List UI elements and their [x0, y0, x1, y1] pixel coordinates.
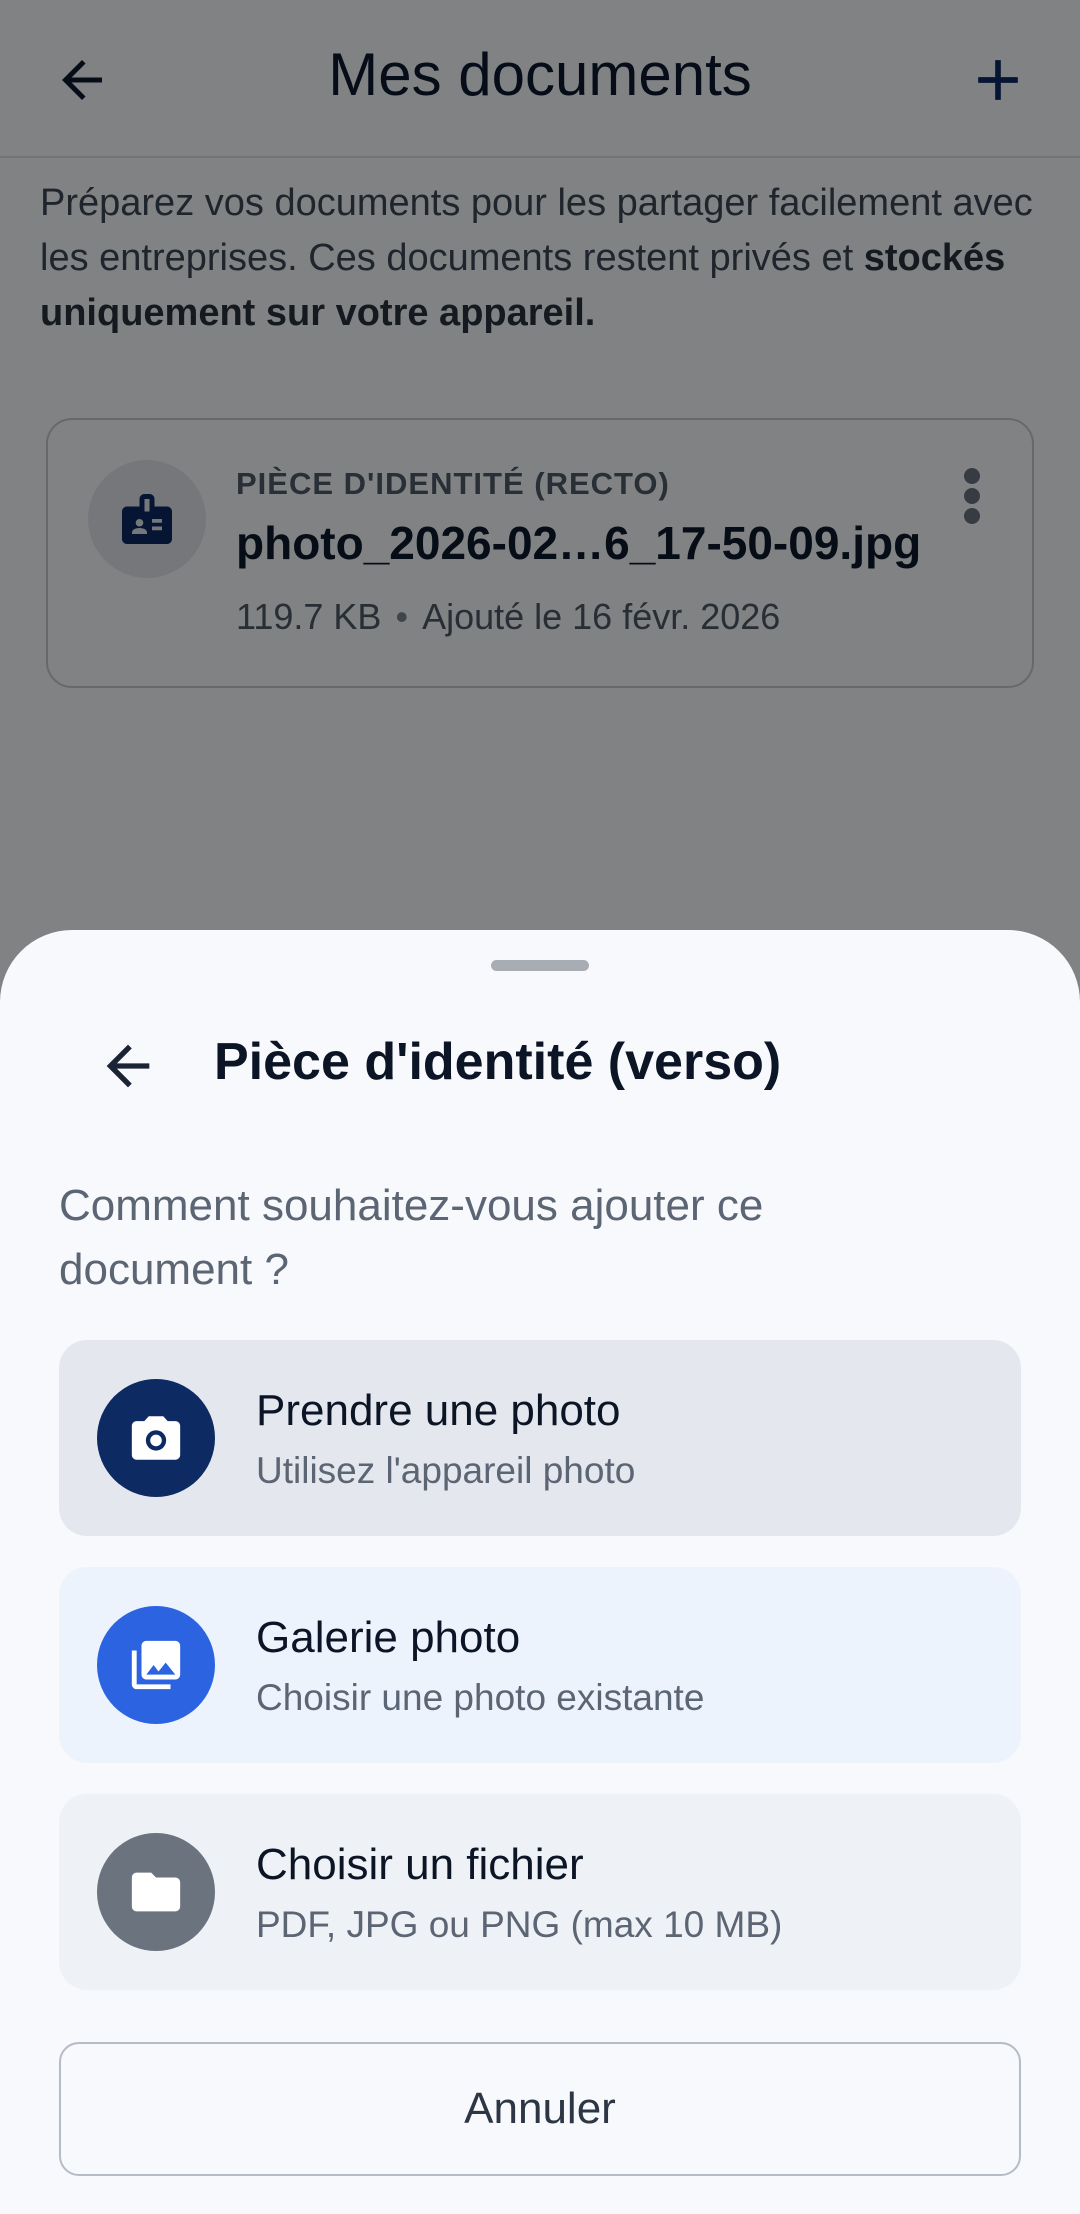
- take-photo-option[interactable]: Prendre une photo Utilisez l'appareil ph…: [59, 1340, 1021, 1536]
- option-subtitle: Choisir une photo existante: [256, 1677, 705, 1718]
- photo-gallery-option[interactable]: Galerie photo Choisir une photo existant…: [59, 1567, 1021, 1763]
- option-title: Galerie photo: [256, 1613, 521, 1662]
- option-icon-circle: [97, 1606, 215, 1724]
- option-title: Choisir un fichier: [256, 1840, 584, 1889]
- sheet-question: Comment souhaitez-vous ajouter ce docume…: [59, 1181, 764, 1294]
- folder-icon: [131, 1872, 181, 1912]
- sheet-drag-handle[interactable]: [491, 960, 589, 971]
- option-subtitle: PDF, JPG ou PNG (max 10 MB): [256, 1904, 783, 1945]
- option-subtitle: Utilisez l'appareil photo: [256, 1450, 636, 1491]
- choose-file-option[interactable]: Choisir un fichier PDF, JPG ou PNG (max …: [59, 1794, 1021, 1990]
- option-icon-circle: [97, 1833, 215, 1951]
- option-icon-circle: [97, 1379, 215, 1497]
- bottom-sheet: Pièce d'identité (verso) Comment souhait…: [0, 930, 1080, 2214]
- sheet-title: Pièce d'identité (verso): [214, 1033, 782, 1091]
- camera-icon: [131, 1416, 181, 1460]
- photo-library-icon: [131, 1640, 181, 1690]
- cancel-button[interactable]: Annuler: [59, 2042, 1021, 2176]
- arrow-left-icon[interactable]: [96, 1034, 160, 1098]
- option-title: Prendre une photo: [256, 1386, 621, 1435]
